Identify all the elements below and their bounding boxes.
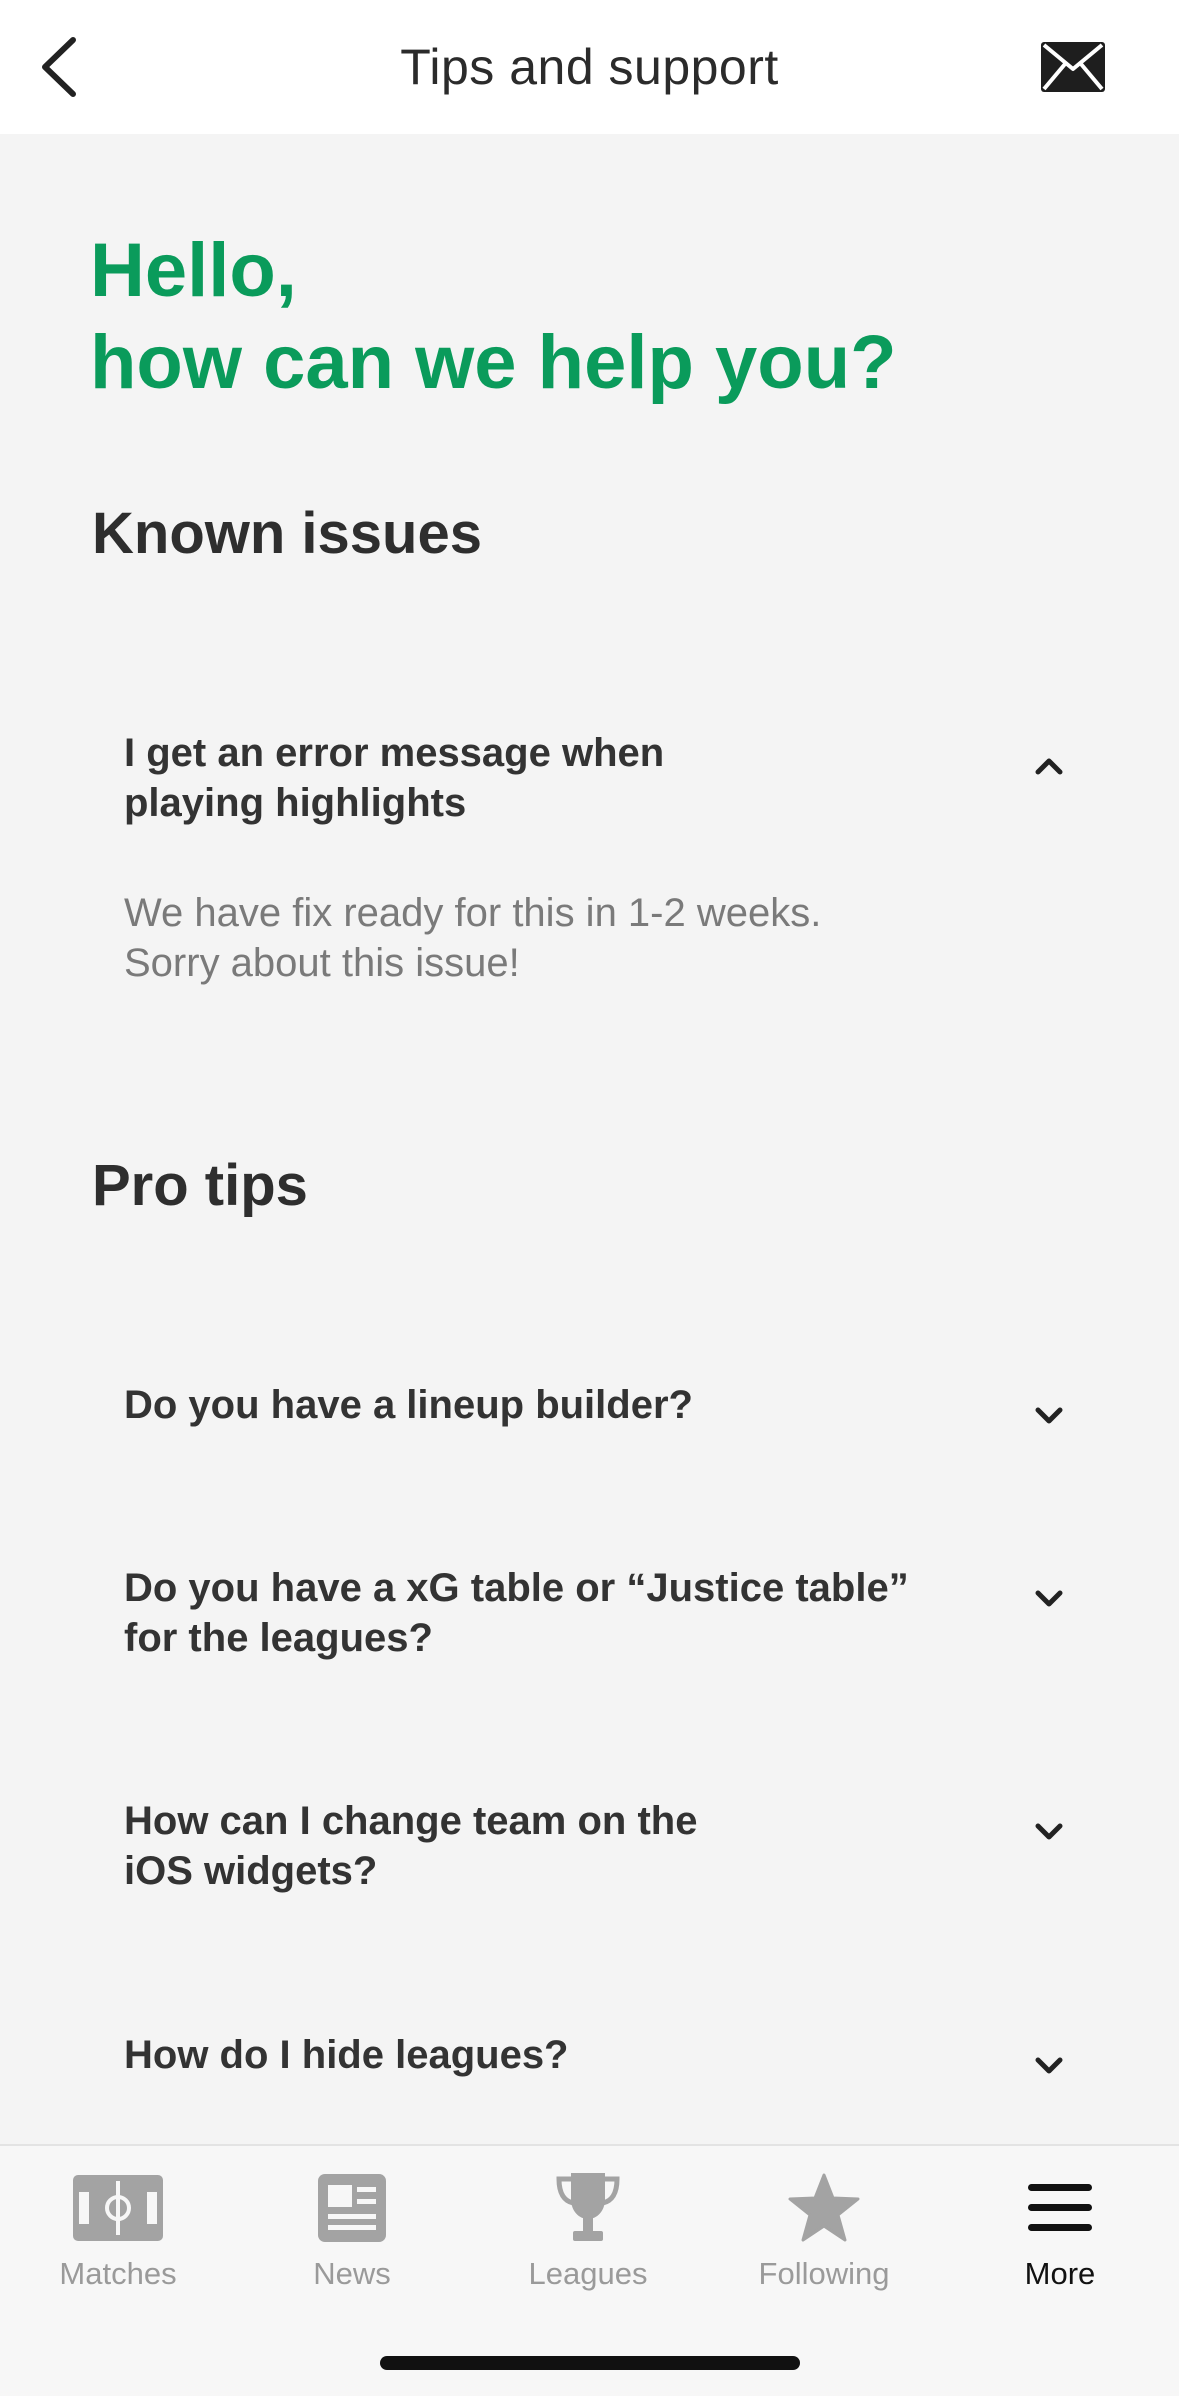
faq-question[interactable]: Do you have a xG table or “Justice table…: [124, 1563, 954, 1663]
faq-item-xg-table[interactable]: Do you have a xG table or “Justice table…: [124, 1563, 1084, 1663]
faq-item-ios-widgets[interactable]: How can I change team on the iOS widgets…: [124, 1796, 1084, 1896]
faq-item-lineup-builder[interactable]: Do you have a lineup builder?: [124, 1380, 1084, 1430]
faq-answer: We have fix ready for this in 1-2 weeks.…: [124, 891, 822, 985]
contact-email-button[interactable]: [1028, 22, 1118, 112]
tab-news[interactable]: News: [234, 2170, 470, 2300]
pitch-icon: [68, 2170, 168, 2246]
greeting-heading: Hello, how can we help you?: [90, 225, 897, 409]
greeting-line-1: Hello,: [90, 228, 297, 313]
home-indicator[interactable]: [380, 2356, 800, 2370]
greeting-line-2: how can we help you?: [90, 320, 897, 405]
menu-icon: [1010, 2170, 1110, 2246]
tab-label: More: [1024, 2256, 1096, 2291]
envelope-icon: [1041, 42, 1105, 92]
page-title: Tips and support: [400, 39, 779, 95]
tips-and-support-screen: Tips and support Hello, how can we help …: [0, 0, 1179, 2396]
faq-question[interactable]: How do I hide leagues?: [124, 2030, 954, 2080]
tab-label: Following: [758, 2256, 890, 2291]
navigation-bar: Tips and support: [0, 0, 1179, 134]
newspaper-icon: [302, 2170, 402, 2246]
faq-item-hide-leagues[interactable]: How do I hide leagues?: [124, 2030, 1084, 2080]
tab-more[interactable]: More: [942, 2170, 1178, 2300]
chevron-down-icon[interactable]: [1024, 1395, 1074, 1435]
back-button[interactable]: [14, 22, 104, 112]
faq-question[interactable]: How can I change team on the iOS widgets…: [124, 1796, 954, 1896]
tab-matches[interactable]: Matches: [0, 2170, 236, 2300]
trophy-icon: [538, 2170, 638, 2246]
tab-label: Matches: [59, 2256, 177, 2291]
chevron-down-icon[interactable]: [1024, 2045, 1074, 2085]
tab-following[interactable]: Following: [706, 2170, 942, 2300]
tab-label: Leagues: [528, 2256, 648, 2291]
chevron-up-icon[interactable]: [1024, 746, 1074, 786]
chevron-down-icon[interactable]: [1024, 1811, 1074, 1851]
tab-label: News: [313, 2256, 391, 2291]
known-issues-title: Known issues: [92, 501, 482, 566]
faq-question[interactable]: I get an error message when playing high…: [124, 728, 954, 828]
pro-tips-title: Pro tips: [92, 1153, 308, 1218]
faq-question[interactable]: Do you have a lineup builder?: [124, 1380, 954, 1430]
chevron-down-icon[interactable]: [1024, 1578, 1074, 1618]
faq-item-error-highlights[interactable]: I get an error message when playing high…: [124, 728, 1084, 988]
tab-leagues[interactable]: Leagues: [470, 2170, 706, 2300]
star-icon: [774, 2170, 874, 2246]
chevron-left-icon: [42, 37, 76, 97]
